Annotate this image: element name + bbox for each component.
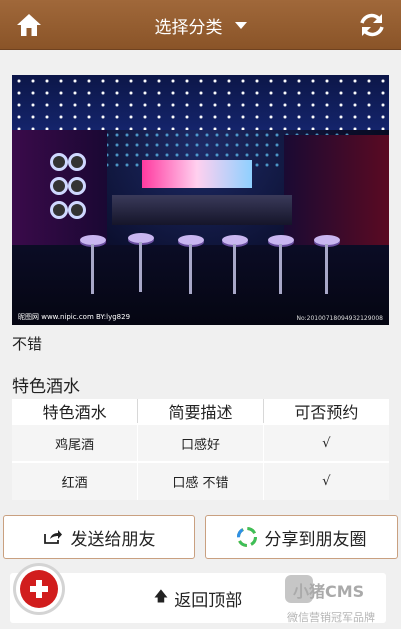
table-cell: 口感 不错 (137, 461, 264, 500)
arrow-up-icon: 🡅 (153, 589, 169, 605)
venue-photo: 昵图网 www.nipic.com BY:lyg829 No:201007180… (12, 75, 389, 325)
photo-serial: No:20100718094932129008 (296, 315, 383, 322)
back-top-label: 返回顶部 (174, 590, 243, 611)
table-row: 鸡尾酒 口感好 √ (12, 423, 389, 462)
category-selector[interactable]: 选择分类 (0, 0, 401, 50)
brand-watermark: 小猪CMS 微信营销冠军品牌 (285, 575, 397, 625)
section-title: 特色酒水 (12, 377, 80, 397)
table-cell: 鸡尾酒 (12, 423, 138, 462)
top-bar: 选择分类 (0, 0, 401, 50)
moments-icon (236, 527, 257, 547)
drinks-table: 特色酒水 简要描述 可否预约 鸡尾酒 口感好 √ 红酒 口感 不错 √ (12, 399, 389, 500)
table-cell: 红酒 (12, 461, 138, 500)
table-cell: 口感好 (137, 423, 264, 462)
share-arrow-icon (43, 529, 63, 545)
table-header: 简要描述 (137, 399, 264, 424)
plus-icon (20, 570, 58, 608)
item-description: 不错 (12, 335, 43, 353)
table-cell: √ (262, 423, 389, 462)
table-row: 红酒 口感 不错 √ (12, 461, 389, 500)
photo-watermark: 昵图网 www.nipic.com BY:lyg829 (18, 313, 131, 321)
send-label: 发送给朋友 (70, 529, 156, 550)
table-cell: √ (262, 461, 389, 500)
table-header: 特色酒水 (12, 399, 138, 424)
send-to-friend-button[interactable]: 发送给朋友 (3, 515, 195, 559)
share-label: 分享到朋友圈 (264, 529, 367, 550)
brand-name: 小猪CMS (293, 582, 365, 601)
table-header: 可否预约 (262, 399, 389, 424)
page-title: 选择分类 (154, 17, 223, 38)
chevron-down-icon (234, 21, 247, 29)
brand-tagline: 微信营销冠军品牌 (287, 611, 375, 624)
add-button[interactable] (16, 566, 62, 612)
refresh-button[interactable] (356, 9, 388, 41)
share-moments-button[interactable]: 分享到朋友圈 (205, 515, 398, 559)
refresh-icon (360, 13, 384, 37)
